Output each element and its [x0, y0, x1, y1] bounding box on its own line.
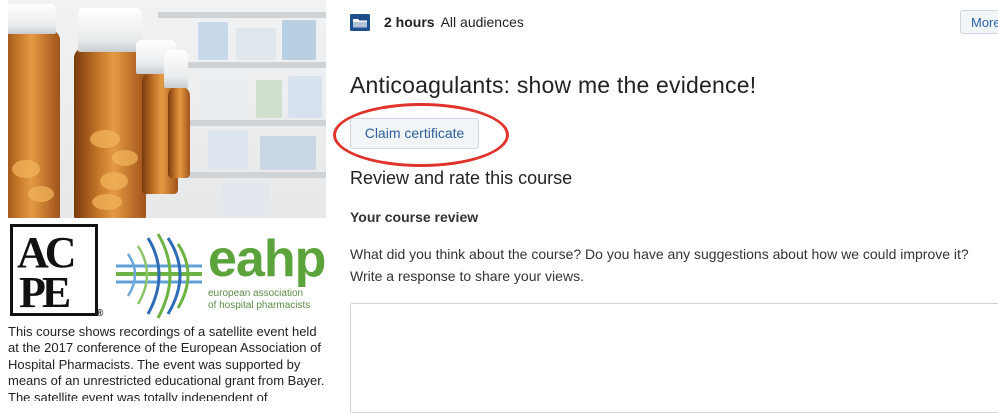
course-audience: All audiences: [440, 14, 524, 30]
shelf-box: [198, 22, 228, 60]
course-sidebar: AC PE ® eahp european association of hos…: [8, 0, 326, 401]
shelf-box: [282, 20, 316, 60]
highlight-annotation: [333, 103, 509, 167]
review-field-label: Your course review: [350, 209, 479, 225]
bottle-cap: [8, 4, 56, 34]
eahp-logo-subtitle: european association of hospital pharmac…: [208, 288, 310, 312]
sponsor-logos: AC PE ® eahp european association of hos…: [8, 224, 326, 324]
review-prompt: What did you think about the course? Do …: [350, 246, 969, 262]
review-heading: Review and rate this course: [350, 168, 573, 188]
shelf: [158, 12, 326, 18]
registered-mark: ®: [96, 308, 104, 319]
eahp-logo-text: eahp: [208, 230, 326, 288]
shelf-box: [208, 130, 248, 170]
shelf-box: [256, 80, 282, 118]
eahp-logo: eahp european association of hospital ph…: [112, 230, 326, 320]
course-duration: 2 hours: [384, 14, 435, 30]
shelf-box: [204, 74, 248, 118]
pill: [100, 172, 128, 190]
pill: [92, 194, 122, 210]
shelf-box: [288, 76, 322, 118]
more-button[interactable]: More: [960, 10, 998, 34]
shelf-box: [260, 136, 316, 170]
folder-icon: [350, 13, 370, 31]
hero-image: [8, 0, 326, 218]
pill: [112, 150, 138, 166]
review-textarea[interactable]: [350, 303, 998, 413]
course-description: This course shows recordings of a satell…: [8, 324, 325, 401]
pill: [12, 160, 40, 178]
bottle-cap: [78, 8, 142, 52]
course-meta: 2 hours All audiences: [350, 10, 524, 34]
shelf-box: [236, 28, 276, 60]
pill: [28, 186, 54, 202]
bottle-cap: [164, 50, 188, 88]
eahp-subtitle-line: european association: [208, 288, 304, 299]
pill-bottle: [168, 86, 190, 178]
page-title: Anticoagulants: show me the evidence!: [350, 72, 757, 98]
shelf-box: [222, 182, 270, 216]
acpe-logo: AC PE: [10, 224, 98, 316]
review-prompt: Write a response to share your views.: [350, 268, 584, 284]
eahp-stripes-icon: [116, 233, 202, 319]
pill: [90, 130, 120, 148]
eahp-subtitle-line: of hospital pharmacists: [208, 300, 311, 311]
acpe-logo-text: PE: [19, 268, 71, 317]
